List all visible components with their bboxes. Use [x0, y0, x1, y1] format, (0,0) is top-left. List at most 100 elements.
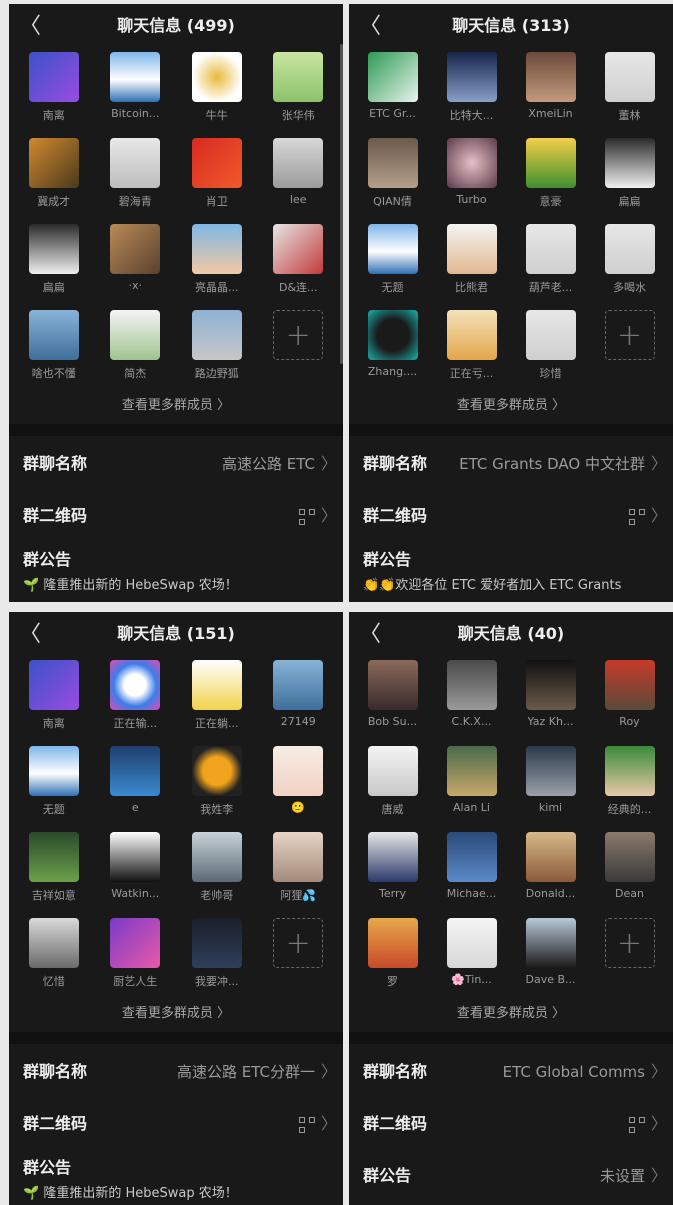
member-item[interactable]: 路边野狐 — [176, 310, 258, 388]
view-more-members-link[interactable]: 查看更多群成员 〉 — [349, 1002, 673, 1032]
member-avatar[interactable] — [604, 660, 655, 710]
member-avatar[interactable] — [273, 138, 324, 188]
add-member-item[interactable]: + — [258, 310, 340, 388]
add-member-plus-icon[interactable]: + — [604, 918, 655, 968]
member-item[interactable]: Yaz Kh... — [511, 660, 590, 738]
member-avatar[interactable] — [191, 138, 242, 188]
member-avatar[interactable] — [525, 224, 576, 274]
member-avatar[interactable] — [604, 224, 655, 274]
member-item[interactable]: 我姓李 — [176, 746, 258, 824]
member-item[interactable]: 正在躺... — [176, 660, 258, 738]
member-item[interactable]: 南离 — [13, 660, 95, 738]
member-avatar[interactable] — [525, 746, 576, 796]
member-avatar[interactable] — [367, 918, 418, 968]
add-member-item[interactable]: + — [590, 310, 669, 388]
member-avatar[interactable] — [110, 224, 161, 274]
member-item[interactable]: 意豪 — [511, 138, 590, 216]
member-item[interactable]: Alan Li — [432, 746, 511, 824]
member-item[interactable]: 吉祥如意 — [13, 832, 95, 910]
member-avatar[interactable] — [28, 746, 79, 796]
view-more-members-link[interactable]: 查看更多群成员 〉 — [9, 394, 343, 424]
member-item[interactable]: 经典的... — [590, 746, 669, 824]
group-notice[interactable]: 群公告 🌱 隆重推出新的 HebeSwap 农场！ — [9, 1148, 343, 1201]
member-item[interactable]: Roy — [590, 660, 669, 738]
member-avatar[interactable] — [191, 224, 242, 274]
group-notice-row[interactable]: 群公告 未设置〉 — [349, 1148, 673, 1200]
member-avatar[interactable] — [446, 746, 497, 796]
member-item[interactable]: 扁扁 — [590, 138, 669, 216]
member-avatar[interactable] — [273, 660, 324, 710]
member-avatar[interactable] — [110, 138, 161, 188]
member-item[interactable]: 比熊君 — [432, 224, 511, 302]
member-avatar[interactable] — [273, 52, 324, 102]
member-avatar[interactable] — [28, 224, 79, 274]
member-avatar[interactable] — [525, 832, 576, 882]
member-avatar[interactable] — [367, 832, 418, 882]
add-member-item[interactable]: + — [258, 918, 340, 996]
member-item[interactable]: 正在亏... — [432, 310, 511, 388]
member-item[interactable]: 扁扁 — [13, 224, 95, 302]
member-item[interactable]: 无题 — [353, 224, 432, 302]
member-item[interactable]: 🙂 — [258, 746, 340, 824]
member-item[interactable]: 董林 — [590, 52, 669, 130]
member-item[interactable]: 🌸Tin... — [432, 918, 511, 996]
member-item[interactable]: 正在输... — [95, 660, 177, 738]
member-item[interactable]: 阿狸💦 — [258, 832, 340, 910]
member-item[interactable]: 亮晶晶... — [176, 224, 258, 302]
group-name-row[interactable]: 群聊名称 ETC Global Comms 〉 — [349, 1044, 673, 1096]
group-name-row[interactable]: 群聊名称 高速公路 ETC 〉 — [9, 436, 343, 488]
add-member-plus-icon[interactable]: + — [604, 310, 655, 360]
member-item[interactable]: 罗 — [353, 918, 432, 996]
member-avatar[interactable] — [367, 52, 418, 102]
group-name-row[interactable]: 群聊名称 ETC Grants DAO 中文社群〉 — [349, 436, 673, 488]
member-avatar[interactable] — [191, 746, 242, 796]
member-item[interactable]: 牛牛 — [176, 52, 258, 130]
member-avatar[interactable] — [367, 660, 418, 710]
member-item[interactable]: Bitcoin... — [95, 52, 177, 130]
member-avatar[interactable] — [28, 918, 79, 968]
member-avatar[interactable] — [110, 310, 161, 360]
member-avatar[interactable] — [110, 660, 161, 710]
member-item[interactable]: 27149 — [258, 660, 340, 738]
group-notice[interactable]: 群公告 🌱 隆重推出新的 HebeSwap 农场！ — [9, 540, 343, 593]
member-item[interactable]: 葫芦老... — [511, 224, 590, 302]
member-item[interactable]: 冀成才 — [13, 138, 95, 216]
group-notice[interactable]: 群公告 👏👏欢迎各位 ETC 爱好者加入 ETC Grants — [349, 540, 673, 593]
group-qr-row[interactable]: 群二维码 〉 — [349, 1096, 673, 1148]
member-item[interactable]: 简杰 — [95, 310, 177, 388]
member-item[interactable]: 啥也不懂 — [13, 310, 95, 388]
member-item[interactable]: 唐威 — [353, 746, 432, 824]
member-avatar[interactable] — [525, 138, 576, 188]
member-item[interactable]: 忆惜 — [13, 918, 95, 996]
member-item[interactable]: 比特大... — [432, 52, 511, 130]
member-avatar[interactable] — [273, 224, 324, 274]
member-avatar[interactable] — [525, 52, 576, 102]
member-item[interactable]: ETC Gr... — [353, 52, 432, 130]
member-item[interactable]: Zhang.... — [353, 310, 432, 388]
member-avatar[interactable] — [28, 832, 79, 882]
member-item[interactable]: lee — [258, 138, 340, 216]
member-avatar[interactable] — [28, 660, 79, 710]
member-avatar[interactable] — [446, 52, 497, 102]
member-avatar[interactable] — [28, 310, 79, 360]
member-avatar[interactable] — [191, 918, 242, 968]
member-avatar[interactable] — [604, 746, 655, 796]
member-avatar[interactable] — [367, 138, 418, 188]
member-avatar[interactable] — [273, 746, 324, 796]
group-qr-row[interactable]: 群二维码 〉 — [349, 488, 673, 540]
member-item[interactable]: Watkin... — [95, 832, 177, 910]
member-avatar[interactable] — [191, 832, 242, 882]
member-item[interactable]: Turbo — [432, 138, 511, 216]
member-item[interactable]: Donald... — [511, 832, 590, 910]
member-avatar[interactable] — [191, 52, 242, 102]
member-item[interactable]: QIAN倩 — [353, 138, 432, 216]
member-avatar[interactable] — [191, 660, 242, 710]
member-item[interactable]: 张华伟 — [258, 52, 340, 130]
member-item[interactable]: 珍惜 — [511, 310, 590, 388]
member-item[interactable]: kimi — [511, 746, 590, 824]
member-avatar[interactable] — [110, 918, 161, 968]
member-item[interactable]: 碧海青 — [95, 138, 177, 216]
member-avatar[interactable] — [446, 832, 497, 882]
member-avatar[interactable] — [604, 52, 655, 102]
member-avatar[interactable] — [525, 918, 576, 968]
